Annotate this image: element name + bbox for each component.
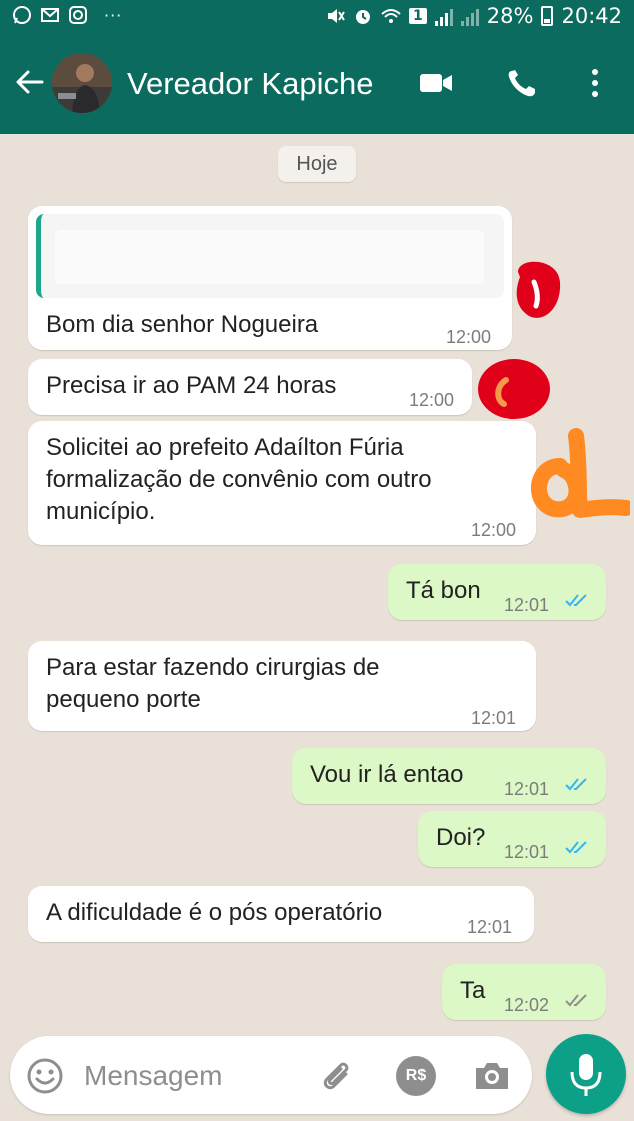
- signal-icon: [434, 6, 453, 26]
- delivered-ticks-icon: [565, 994, 587, 1007]
- message-text: Bom dia senhor Nogueira: [46, 311, 319, 338]
- read-ticks-icon: [565, 778, 587, 791]
- mic-icon: [570, 1054, 602, 1096]
- incoming-message[interactable]: Bom dia senhor Nogueira 12:00: [28, 206, 512, 350]
- quoted-message-redacted: [55, 230, 484, 284]
- message-text-line: município.: [46, 498, 156, 525]
- contact-name[interactable]: Vereador Kapiche: [127, 66, 373, 102]
- message-time: 12:01: [504, 779, 550, 799]
- message-input[interactable]: Mensagem: [84, 1060, 223, 1092]
- avatar-image: [52, 53, 112, 113]
- instagram-icon: [69, 6, 87, 24]
- mute-icon: [328, 9, 345, 23]
- message-text: A dificuldade é o pós operatório: [46, 899, 383, 926]
- sim-badge: 1: [409, 8, 427, 24]
- message-text: Precisa ir ao PAM 24 horas: [46, 372, 337, 399]
- battery-percent: 28%: [486, 4, 534, 28]
- red-drawn-mark: [478, 359, 550, 419]
- video-call-icon[interactable]: [418, 68, 454, 98]
- message-composer[interactable]: Mensagem R$: [10, 1036, 532, 1114]
- message-text: Ta: [460, 977, 486, 1004]
- outgoing-message[interactable]: Tá bon 12:01: [388, 564, 606, 620]
- message-list[interactable]: Hoje Bom dia senhor Nogueira 12:00 Preci…: [0, 134, 634, 1121]
- message-text: Tá bon: [406, 577, 481, 604]
- read-ticks-icon: [565, 594, 587, 607]
- message-text: Doi?: [436, 824, 486, 851]
- incoming-message[interactable]: Para estar fazendo cirurgias de pequeno …: [28, 641, 536, 731]
- outgoing-message[interactable]: Doi? 12:01: [418, 811, 606, 867]
- red-drawn-mark: [516, 261, 561, 318]
- whatsapp-icon: [13, 6, 31, 24]
- message-text-line: Solicitei ao prefeito Adaílton Fúria: [46, 434, 404, 461]
- emoji-icon[interactable]: [26, 1057, 64, 1095]
- chat-header: Vereador Kapiche: [0, 36, 634, 134]
- clock: 20:42: [561, 4, 622, 28]
- payment-button[interactable]: R$: [396, 1056, 436, 1096]
- back-arrow-icon[interactable]: [14, 66, 46, 98]
- message-time: 12:01: [467, 917, 513, 937]
- incoming-message[interactable]: Precisa ir ao PAM 24 horas 12:00: [28, 359, 472, 415]
- attachment-icon[interactable]: [316, 1056, 356, 1096]
- more-options-icon[interactable]: [580, 68, 610, 98]
- message-time: 12:00: [471, 520, 517, 540]
- gmail-icon: [41, 8, 59, 22]
- contact-avatar[interactable]: [52, 53, 112, 113]
- wifi-icon: [381, 9, 401, 23]
- message-time: 12:01: [471, 708, 517, 728]
- camera-icon[interactable]: [472, 1056, 512, 1096]
- message-text-line: formalização de convênio com outro: [46, 466, 432, 493]
- date-separator: Hoje: [278, 146, 356, 182]
- message-time: 12:00: [409, 390, 455, 410]
- orange-drawn-mark: [530, 428, 630, 518]
- battery-icon: [541, 6, 554, 26]
- message-time: 12:00: [446, 327, 492, 347]
- read-ticks-icon: [565, 841, 587, 854]
- quoted-message[interactable]: [36, 214, 504, 298]
- outgoing-message[interactable]: Vou ir lá entao 12:01: [292, 748, 606, 804]
- message-time: 12:01: [504, 842, 550, 862]
- message-text-line: pequeno porte: [46, 686, 201, 713]
- status-bar: ··· 1 28% 20:42: [0, 0, 634, 36]
- more-notifications: ···: [104, 5, 123, 25]
- notification-icons: ···: [12, 5, 122, 25]
- alarm-icon: [356, 10, 371, 24]
- message-time: 12:01: [504, 595, 550, 615]
- voice-call-icon[interactable]: [504, 68, 540, 98]
- message-text: Vou ir lá entao: [310, 761, 464, 788]
- system-icons: 1 28% 20:42: [325, 4, 622, 28]
- message-text-line: Para estar fazendo cirurgias de: [46, 654, 380, 681]
- mic-button[interactable]: [546, 1034, 626, 1114]
- signal-2-icon: [460, 6, 479, 26]
- outgoing-message[interactable]: Ta 12:02: [442, 964, 606, 1020]
- incoming-message[interactable]: Solicitei ao prefeito Adaílton Fúria for…: [28, 421, 536, 545]
- incoming-message[interactable]: A dificuldade é o pós operatório 12:01: [28, 886, 534, 942]
- message-time: 12:02: [504, 995, 550, 1015]
